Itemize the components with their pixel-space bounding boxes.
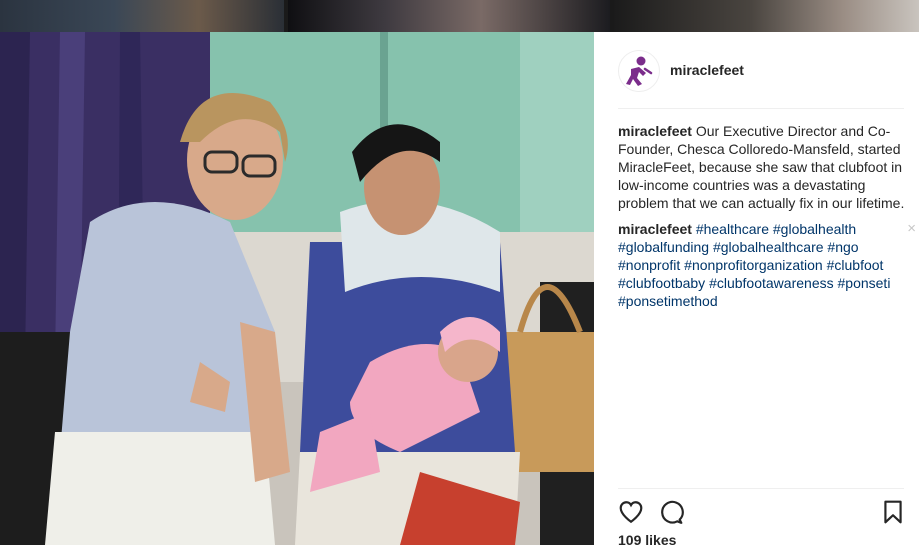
bookmark-icon[interactable]: [880, 499, 906, 525]
related-post-thumbnail[interactable]: [0, 0, 284, 32]
hashtag-link[interactable]: #clubfootawareness: [709, 275, 834, 291]
hashtag-link[interactable]: #nonprofitorganization: [684, 257, 823, 273]
related-post-thumbnail[interactable]: [288, 0, 610, 32]
hashtag-comment: miraclefeet #healthcare #globalhealth #g…: [618, 220, 916, 310]
avatar[interactable]: [618, 50, 660, 92]
hashtag-link[interactable]: #ngo: [827, 239, 858, 255]
miraclefeet-logo: [626, 56, 653, 86]
hashtag-link[interactable]: #nonprofit: [618, 257, 680, 273]
hashtag-link[interactable]: #globalhealth: [773, 221, 856, 237]
hashtag-link[interactable]: #healthcare: [696, 221, 769, 237]
hashtag-link[interactable]: #ponseti: [838, 275, 891, 291]
related-post-thumbnail[interactable]: [614, 0, 919, 32]
likes-count[interactable]: 109 likes: [618, 532, 676, 548]
heart-icon[interactable]: [618, 499, 644, 525]
close-icon[interactable]: ×: [907, 221, 916, 236]
post-username[interactable]: miraclefeet: [670, 62, 744, 78]
post-photo[interactable]: [0, 32, 594, 545]
comments-section: miraclefeet Our Executive Director and C…: [618, 122, 916, 318]
comment-icon[interactable]: [658, 499, 684, 525]
post-actions-bar: [618, 488, 904, 529]
post-details-panel: miraclefeet miraclefeet Our Executive Di…: [594, 32, 919, 548]
hashtag-link[interactable]: #globalhealthcare: [713, 239, 824, 255]
caption-comment: miraclefeet Our Executive Director and C…: [618, 122, 908, 212]
hashtag-link[interactable]: #globalfunding: [618, 239, 709, 255]
post-header: miraclefeet: [618, 32, 904, 109]
hashtag-link[interactable]: #clubfoot: [827, 257, 884, 273]
hashtag-link[interactable]: #ponsetimethod: [618, 293, 718, 309]
related-posts-strip: [0, 0, 919, 32]
photo-illustration: [0, 32, 594, 545]
comment-username[interactable]: miraclefeet: [618, 123, 692, 139]
hashtag-link[interactable]: #clubfootbaby: [618, 275, 705, 291]
comment-username[interactable]: miraclefeet: [618, 221, 692, 237]
